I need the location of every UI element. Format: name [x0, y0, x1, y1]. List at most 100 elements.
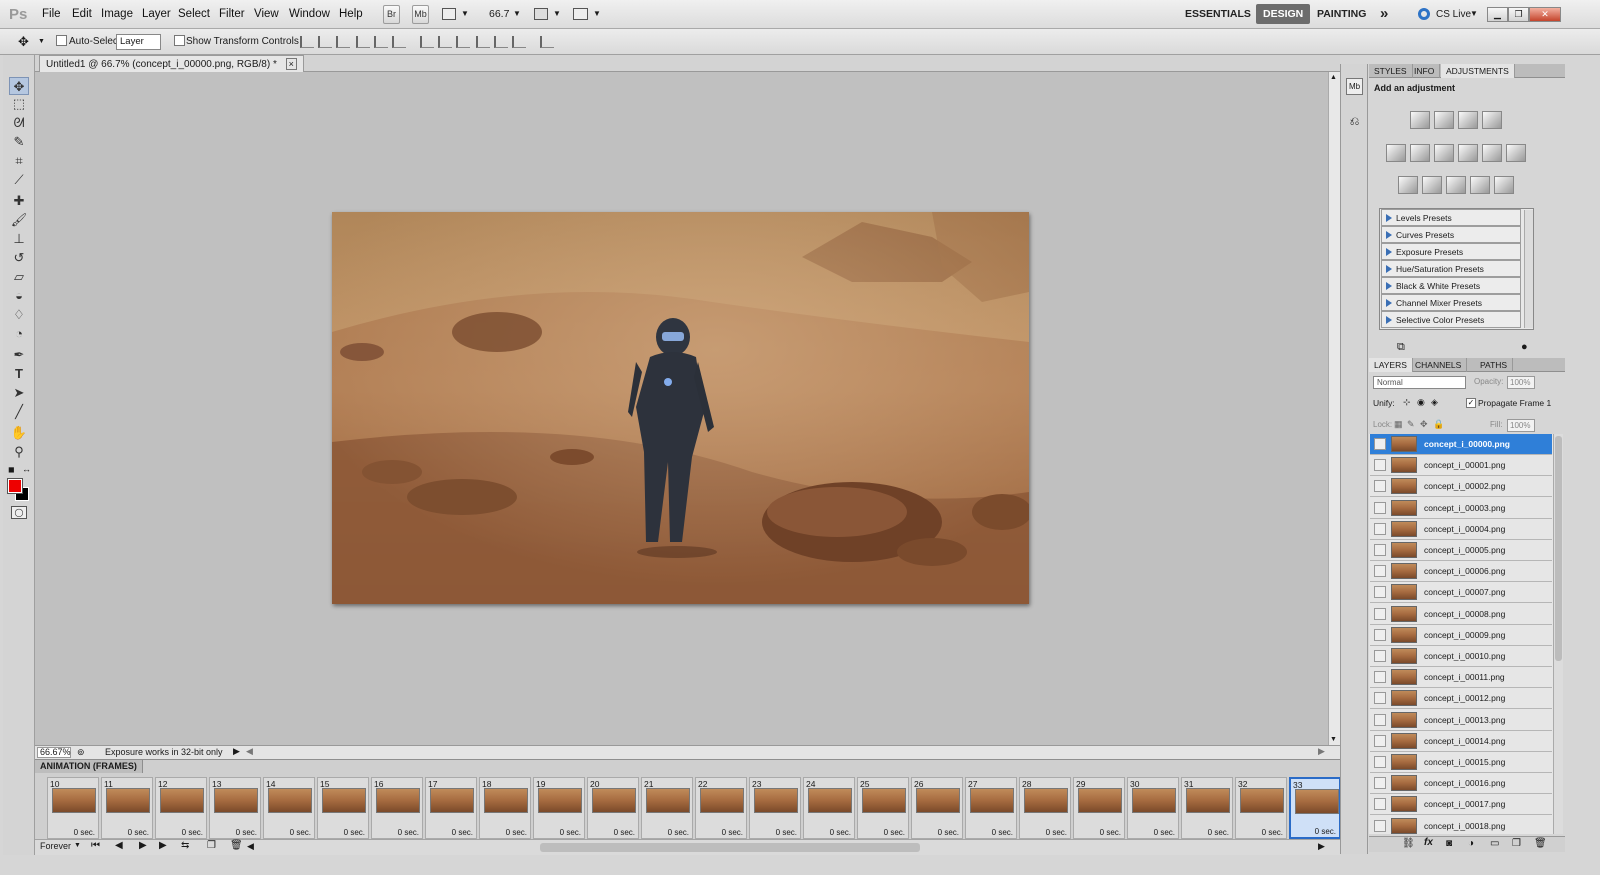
frame-delay[interactable]: 0 sec. — [614, 828, 635, 837]
menu-select[interactable]: Select — [178, 8, 210, 20]
frame-delay[interactable]: 0 sec. — [1315, 827, 1336, 836]
frame-delay[interactable]: 0 sec. — [884, 828, 905, 837]
layer-visibility-toggle[interactable] — [1374, 713, 1386, 726]
layer-row[interactable]: concept_i_00014.png — [1370, 730, 1552, 752]
new-group-icon[interactable]: ▭ — [1490, 838, 1499, 849]
eraser-tool-icon[interactable]: ▱ — [9, 268, 29, 286]
pen-tool-icon[interactable]: ✒ — [9, 346, 29, 364]
distribute-vcenter-icon[interactable] — [438, 36, 452, 48]
hand-tool-icon[interactable]: ✋ — [9, 424, 29, 442]
frame-delay[interactable]: 0 sec. — [506, 828, 527, 837]
layer-row[interactable]: concept_i_00016.png — [1370, 773, 1552, 795]
animation-frame[interactable]: 28 0 sec. — [1019, 777, 1071, 839]
scroll-down-icon[interactable]: ▼ — [1330, 736, 1337, 743]
screen-mode-icon[interactable] — [573, 8, 588, 20]
animation-frame[interactable]: 26 0 sec. — [911, 777, 963, 839]
link-layers-icon[interactable]: ⛓ — [1402, 838, 1415, 849]
frame-delay[interactable]: 0 sec. — [992, 828, 1013, 837]
canvas-vertical-scrollbar[interactable]: ▲ ▼ — [1328, 72, 1340, 745]
frame-delay[interactable]: 0 sec. — [938, 828, 959, 837]
opacity-field[interactable]: 100% — [1507, 376, 1535, 389]
layer-visibility-toggle[interactable] — [1374, 819, 1386, 832]
animation-frame[interactable]: 30 0 sec. — [1127, 777, 1179, 839]
tab-info[interactable]: INFO — [1409, 64, 1441, 78]
chevron-down-icon[interactable]: ▼ — [1470, 9, 1478, 18]
menu-image[interactable]: Image — [101, 8, 133, 20]
cs-live-menu[interactable]: CS Live — [1436, 9, 1471, 20]
menu-edit[interactable]: Edit — [72, 8, 92, 20]
more-workspaces-icon[interactable]: » — [1380, 5, 1388, 22]
propagate-frame-checkbox[interactable]: ✓ — [1466, 398, 1476, 408]
frame-delay[interactable]: 0 sec. — [668, 828, 689, 837]
scroll-right-icon[interactable]: ▶ — [1318, 841, 1325, 852]
line-tool-icon[interactable]: ╱ — [9, 403, 29, 421]
layers-scrollbar-thumb[interactable] — [1555, 436, 1562, 661]
scroll-up-icon[interactable]: ▲ — [1330, 74, 1337, 81]
mini-bridge-icon[interactable]: Mb — [1346, 78, 1363, 95]
arrange-documents-icon[interactable] — [534, 8, 548, 20]
animation-frame[interactable]: 24 0 sec. — [803, 777, 855, 839]
preset-exposure[interactable]: Exposure Presets — [1381, 243, 1521, 260]
quick-mask-icon[interactable]: ◯ — [11, 506, 27, 519]
marquee-tool-icon[interactable]: ⬚ — [9, 95, 29, 113]
curves-icon[interactable] — [1458, 111, 1478, 129]
layer-visibility-toggle[interactable] — [1374, 438, 1386, 450]
layer-visibility-toggle[interactable] — [1374, 777, 1386, 790]
crop-tool-icon[interactable]: ⌗ — [9, 152, 29, 170]
brightness-contrast-icon[interactable] — [1410, 111, 1430, 129]
document-tab[interactable]: Untitled1 @ 66.7% (concept_i_00000.png, … — [39, 55, 304, 72]
layer-row[interactable]: concept_i_00005.png — [1370, 540, 1552, 561]
frame-delay[interactable]: 0 sec. — [722, 828, 743, 837]
delete-frame-icon[interactable]: 🗑 — [230, 840, 243, 851]
bridge-button[interactable]: Br — [383, 5, 400, 24]
photo-filter-icon[interactable] — [1482, 144, 1502, 162]
animation-frame[interactable]: 33 0 sec. — [1289, 777, 1341, 839]
previous-frame-icon[interactable]: ◀ — [115, 840, 123, 851]
minimize-button[interactable]: ▁ — [1487, 7, 1508, 22]
zoom-level[interactable]: 66.7 — [489, 8, 509, 20]
layers-scrollbar[interactable] — [1553, 434, 1563, 834]
scroll-right-icon[interactable]: ▶ — [1318, 746, 1325, 757]
layer-visibility-toggle[interactable] — [1374, 480, 1386, 493]
color-balance-icon[interactable] — [1434, 144, 1454, 162]
frame-delay[interactable]: 0 sec. — [182, 828, 203, 837]
path-select-tool-icon[interactable]: ➤ — [9, 384, 29, 402]
chevron-down-icon[interactable]: ▼ — [74, 842, 81, 849]
auto-select-checkbox[interactable] — [56, 35, 67, 46]
align-left-icon[interactable] — [356, 36, 370, 48]
threshold-icon[interactable] — [1446, 176, 1466, 194]
auto-select-dropdown[interactable]: Layer — [116, 34, 161, 50]
animation-frame[interactable]: 11 0 sec. — [101, 777, 153, 839]
frame-delay[interactable]: 0 sec. — [1262, 828, 1283, 837]
layer-visibility-toggle[interactable] — [1374, 586, 1386, 599]
next-frame-icon[interactable]: ▶ — [159, 840, 167, 851]
animation-frame[interactable]: 19 0 sec. — [533, 777, 585, 839]
animation-frame[interactable]: 32 0 sec. — [1235, 777, 1287, 839]
play-icon[interactable]: ▶ — [139, 840, 147, 851]
frame-delay[interactable]: 0 sec. — [560, 828, 581, 837]
close-button[interactable]: ✕ — [1529, 7, 1561, 22]
layer-visibility-toggle[interactable] — [1374, 798, 1386, 811]
animation-frame[interactable]: 31 0 sec. — [1181, 777, 1233, 839]
unify-position-icon[interactable]: ⊹ — [1403, 397, 1411, 408]
layer-row[interactable]: concept_i_00012.png — [1370, 688, 1552, 710]
channel-mixer-icon[interactable] — [1506, 144, 1526, 162]
frame-delay[interactable]: 0 sec. — [236, 828, 257, 837]
frame-delay[interactable]: 0 sec. — [128, 828, 149, 837]
layer-row[interactable]: concept_i_00010.png — [1370, 646, 1552, 667]
animation-frame[interactable]: 13 0 sec. — [209, 777, 261, 839]
levels-icon[interactable] — [1434, 111, 1454, 129]
tab-adjustments[interactable]: ADJUSTMENTS — [1441, 64, 1515, 78]
frame-delay[interactable]: 0 sec. — [290, 828, 311, 837]
preset-hue-saturation[interactable]: Hue/Saturation Presets — [1381, 260, 1521, 277]
layer-row[interactable]: concept_i_00009.png — [1370, 624, 1552, 646]
blur-tool-icon[interactable]: ♢ — [9, 306, 29, 324]
frame-delay[interactable]: 0 sec. — [1046, 828, 1067, 837]
unify-visibility-icon[interactable]: ◉ — [1417, 397, 1425, 408]
close-tab-icon[interactable]: × — [285, 58, 297, 70]
posterize-icon[interactable] — [1422, 176, 1442, 194]
move-tool-icon[interactable]: ✥ — [9, 77, 29, 95]
selective-color-icon[interactable] — [1494, 176, 1514, 194]
layer-row[interactable]: concept_i_00006.png — [1370, 561, 1552, 583]
chevron-down-icon[interactable]: ▼ — [513, 9, 521, 18]
